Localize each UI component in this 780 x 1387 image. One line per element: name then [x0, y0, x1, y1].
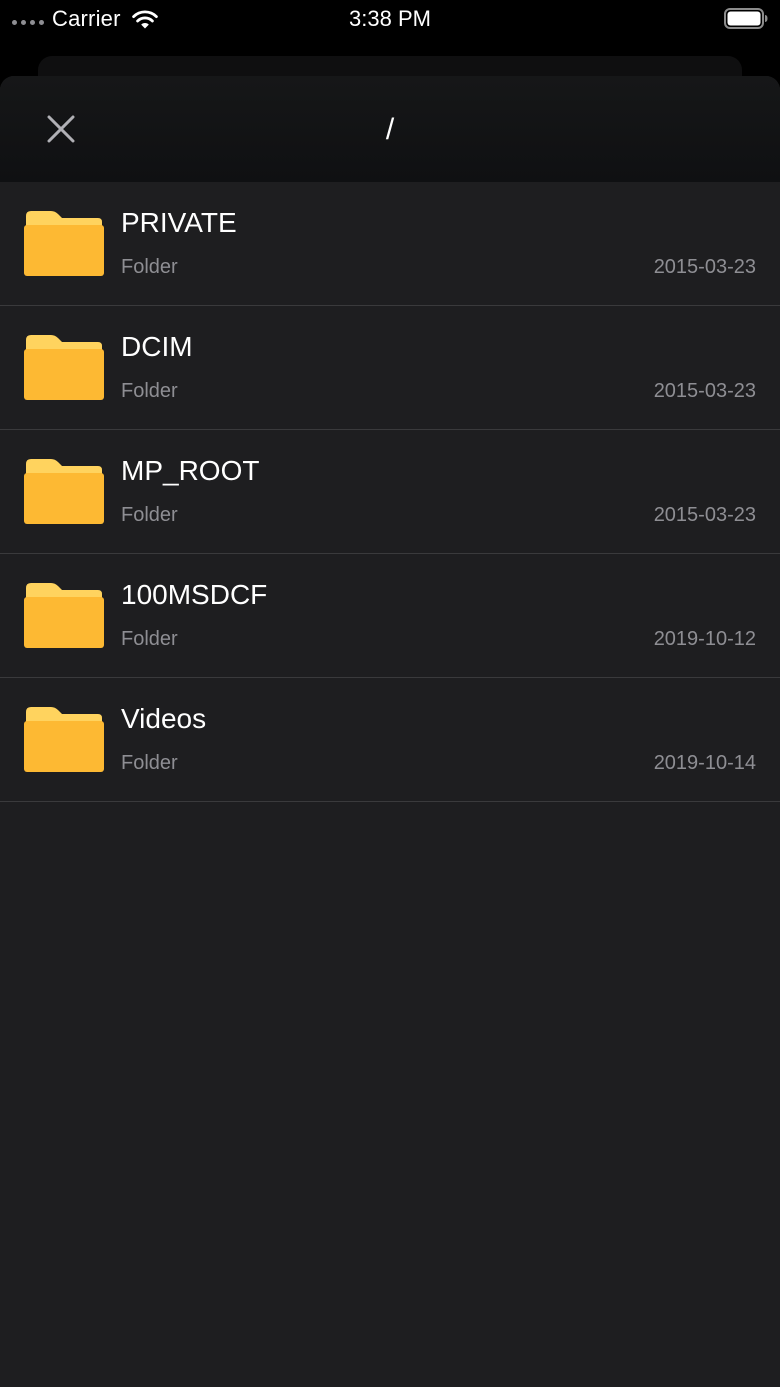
file-date: 2015-03-23 [653, 256, 756, 278]
status-bar: Carrier 3:38 PM [0, 0, 780, 40]
file-kind: Folder [121, 628, 178, 650]
file-date: 2019-10-14 [653, 752, 756, 774]
file-kind: Folder [121, 380, 178, 402]
list-item[interactable]: Videos Folder 2019-10-14 [0, 678, 780, 802]
file-name: MP_ROOT [121, 455, 260, 486]
status-time: 3:38 PM [349, 6, 431, 31]
file-name: DCIM [121, 331, 193, 362]
list-item[interactable]: MP_ROOT Folder 2015-03-23 [0, 430, 780, 554]
file-name: 100MSDCF [121, 579, 268, 610]
file-date: 2015-03-23 [653, 380, 756, 402]
file-kind: Folder [121, 256, 178, 278]
file-kind: Folder [121, 752, 178, 774]
battery-icon [724, 8, 768, 29]
file-date: 2015-03-23 [653, 504, 756, 526]
folder-icon [24, 707, 104, 772]
folder-icon [24, 459, 104, 524]
file-name: Videos [121, 703, 207, 734]
file-list: PRIVATE Folder 2015-03-23 DCIM Folder 20… [0, 182, 780, 802]
folder-icon [24, 583, 104, 648]
file-kind: Folder [121, 504, 178, 526]
file-date: 2019-10-12 [653, 628, 756, 650]
sheet-header: / [0, 76, 780, 182]
folder-icon [24, 335, 104, 400]
list-item[interactable]: DCIM Folder 2015-03-23 [0, 306, 780, 430]
list-item[interactable]: PRIVATE Folder 2015-03-23 [0, 182, 780, 306]
list-item[interactable]: 100MSDCF Folder 2019-10-12 [0, 554, 780, 678]
file-name: PRIVATE [121, 207, 237, 238]
path-title: / [385, 113, 395, 146]
folder-icon [24, 211, 104, 276]
file-browser-sheet: / PRIVATE Folder 2015-03-23 DCIM Folder … [0, 76, 780, 1387]
